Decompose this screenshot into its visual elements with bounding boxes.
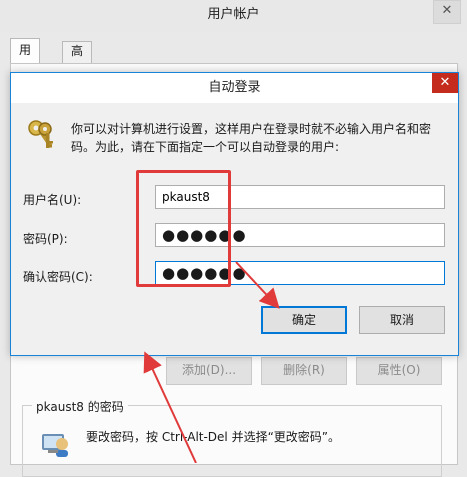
arrow-to-ok [235, 261, 280, 309]
arrow-from-bottom [143, 351, 197, 463]
annotation-arrows [143, 261, 280, 463]
